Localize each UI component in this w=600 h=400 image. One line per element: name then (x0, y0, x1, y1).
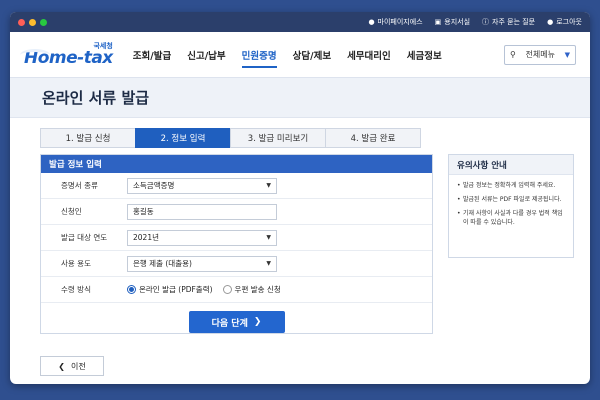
field-label: 신청인 (61, 207, 82, 216)
select-value: 은행 제출 (대출용) (133, 259, 192, 268)
util-link-logout[interactable]: ● 로그아웃 (547, 17, 582, 27)
notice-item: 발급된 서류는 PDF 파일로 제공됩니다. (457, 195, 565, 204)
util-link-faq[interactable]: ⓘ 자주 묻는 질문 (482, 17, 535, 27)
nav-item-certificates[interactable]: 민원증명 (241, 34, 277, 76)
chevron-left-icon: ❮ (58, 361, 65, 371)
all-menu-label: 전체메뉴 (525, 50, 555, 59)
chevron-down-icon: ▼ (266, 260, 271, 267)
notice-heading: 유의사항 안내 (449, 155, 573, 175)
window-controls (18, 18, 47, 26)
minimize-window-dot[interactable] (29, 18, 36, 26)
util-link-label: 로그아웃 (556, 18, 582, 26)
all-menu-button[interactable]: ⚲ 전체메뉴 ▼ (504, 44, 576, 65)
input-value: 홍길동 (133, 207, 154, 216)
step-indicator: 1. 발급 신청 2. 정보 입력 3. 발급 미리보기 4. 발급 완료 (40, 128, 590, 148)
field-label: 발급 대상 연도 (61, 233, 108, 242)
prev-button[interactable]: ❮ 이전 (40, 356, 104, 376)
person-icon: ● (547, 18, 554, 26)
step-preview: 3. 발급 미리보기 (230, 128, 326, 148)
main-nav: 조회/발급 신고/납부 민원증명 상담/제보 세무대리인 세금정보 (133, 34, 442, 76)
panel-heading: 발급 정보 입력 (41, 155, 432, 173)
notice-item: 발급 정보는 정확하게 입력해 주세요. (457, 181, 565, 190)
page-title-bar: 온라인 서류 발급 (10, 78, 590, 118)
document-icon: ▣ (434, 18, 442, 26)
select-value: 2021년 (133, 233, 159, 242)
util-link-forms[interactable]: ▣ 용지서실 (435, 17, 470, 27)
applicant-name-input[interactable]: 홍길동 (127, 203, 277, 220)
field-label: 사용 용도 (61, 259, 91, 268)
form-row-receive-method: 수령 방식 온라인 발급 (PDF출력) 우편 발송 신청 (41, 277, 432, 303)
nav-item-taxinfo[interactable]: 세금정보 (407, 34, 442, 76)
purpose-select[interactable]: 은행 제출 (대출용) ▼ (127, 255, 277, 272)
next-button-wrap: 다음 단계 ❯ (41, 303, 432, 333)
form-row-applicant: 신청인 홍길동 (41, 199, 432, 225)
browser-window: ● 마이페이지에스 ▣ 용지서실 ⓘ 자주 묻는 질문 ● 로그아웃 국세청 H… (10, 12, 590, 384)
util-link-label: 마이페이지에스 (377, 18, 423, 26)
chevron-down-icon: ▼ (266, 234, 271, 241)
util-link-label: 용지서실 (444, 18, 471, 26)
chevron-down-icon: ▼ (564, 50, 570, 59)
window-titlebar: ● 마이페이지에스 ▣ 용지서실 ⓘ 자주 묻는 질문 ● 로그아웃 (10, 12, 590, 32)
radio-mail-delivery[interactable]: 우편 발송 신청 (222, 284, 281, 295)
radio-label: 우편 발송 신청 (234, 285, 281, 294)
issue-info-panel: 발급 정보 입력 증명서 종류 소득금액증명 ▼ 신청인 홍길동 발급 대상 연… (40, 154, 433, 334)
util-link-label: 자주 묻는 질문 (492, 18, 536, 26)
target-year-select[interactable]: 2021년 ▼ (127, 229, 277, 246)
utility-links: ● 마이페이지에스 ▣ 용지서실 ⓘ 자주 묻는 질문 ● 로그아웃 (368, 17, 582, 27)
form-row-purpose: 사용 용도 은행 제출 (대출용) ▼ (41, 251, 432, 277)
nav-item-filing[interactable]: 신고/납부 (187, 34, 225, 76)
nav-item-inquiry[interactable]: 조회/발급 (133, 34, 171, 76)
next-step-button[interactable]: 다음 단계 ❯ (188, 311, 285, 333)
help-icon: ⓘ (482, 18, 490, 26)
select-value: 소득금액증명 (133, 181, 175, 190)
notice-list: 발급 정보는 정확하게 입력해 주세요. 발급된 서류는 PDF 파일로 제공됩… (449, 175, 573, 238)
certificate-type-select[interactable]: 소득금액증명 ▼ (127, 177, 277, 194)
form-row-certificate-type: 증명서 종류 소득금액증명 ▼ (41, 173, 432, 199)
step-info-input: 2. 정보 입력 (135, 128, 231, 148)
form-row-target-year: 발급 대상 연도 2021년 ▼ (41, 225, 432, 251)
search-icon: ⚲ (510, 50, 516, 59)
field-label: 수령 방식 (61, 285, 91, 294)
next-button-label: 다음 단계 (211, 318, 248, 329)
step-complete: 4. 발급 완료 (325, 128, 421, 148)
person-icon: ● (368, 18, 375, 26)
util-link-mypage[interactable]: ● 마이페이지에스 (368, 17, 422, 27)
step-apply: 1. 발급 신청 (40, 128, 136, 148)
page-title: 온라인 서류 발급 (42, 89, 150, 107)
close-window-dot[interactable] (18, 18, 25, 26)
radio-online-issue[interactable]: 온라인 발급 (PDF출력) (127, 284, 213, 295)
radio-circle (222, 285, 232, 294)
receive-method-radios: 온라인 발급 (PDF출력) 우편 발송 신청 (127, 284, 281, 295)
radio-label: 온라인 발급 (PDF출력) (139, 285, 213, 294)
chevron-right-icon: ❯ (253, 317, 262, 327)
maximize-window-dot[interactable] (40, 18, 47, 26)
nav-item-consult[interactable]: 상담/제보 (293, 34, 331, 76)
chevron-down-icon: ▼ (266, 182, 271, 189)
hometax-logo[interactable]: 국세청 Home-tax (20, 42, 113, 67)
radio-circle (127, 285, 136, 294)
notice-box: 유의사항 안내 발급 정보는 정확하게 입력해 주세요. 발급된 서류는 PDF… (448, 154, 574, 258)
site-header: 국세청 Home-tax 조회/발급 신고/납부 민원증명 상담/제보 세무대리… (10, 32, 590, 78)
field-label: 증명서 종류 (61, 181, 98, 190)
nav-item-agent[interactable]: 세무대리인 (347, 34, 391, 76)
notice-item: 기재 사항이 사실과 다를 경우 법적 책임이 따를 수 있습니다. (457, 209, 565, 227)
logo-swoosh (20, 48, 50, 61)
prev-button-label: 이전 (70, 361, 86, 371)
